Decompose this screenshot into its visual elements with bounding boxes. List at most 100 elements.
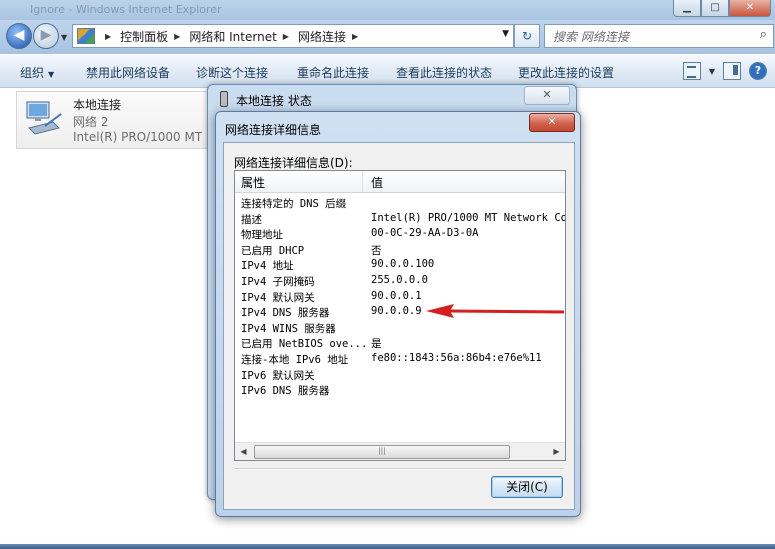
adapter-name: 本地连接 <box>73 98 122 112</box>
organize-label: 组织 <box>20 66 45 80</box>
chevron-right-icon[interactable]: ▶ <box>352 32 358 41</box>
window-controls: ▁ □ ✕ <box>673 0 771 18</box>
address-row: ◀ ▶ ▼ ▶ 控制面板 ▶ 网络和 Internet ▶ 网络连接 ▶ ▼ ↻… <box>0 20 775 54</box>
table-row[interactable]: IPv6 默认网关 <box>235 368 565 384</box>
view-controls: ▼ ? <box>682 62 767 80</box>
row-property: IPv6 DNS 服务器 <box>241 385 330 398</box>
breadcrumb-network-connections[interactable]: 网络连接 <box>298 28 346 45</box>
details-dialog-close-button[interactable]: ✕ <box>529 113 575 132</box>
status-dialog-close-button[interactable]: ✕ <box>524 86 570 105</box>
table-row[interactable]: 描述 Intel(R) PRO/1000 MT Network Conn <box>235 212 565 228</box>
row-property: IPv4 DNS 服务器 <box>241 307 330 320</box>
refresh-button[interactable]: ↻ <box>514 24 540 48</box>
close-button[interactable]: 关闭(C) <box>491 476 563 498</box>
change-settings-button[interactable]: 更改此连接的设置 <box>518 64 614 81</box>
search-input[interactable] <box>551 27 745 47</box>
details-dialog-title: 网络连接详细信息 <box>225 123 322 137</box>
rename-connection-button[interactable]: 重命名此连接 <box>297 64 369 81</box>
chevron-right-icon[interactable]: ▶ <box>105 32 111 41</box>
row-value: 90.0.0.100 <box>371 258 435 271</box>
row-value: 是 <box>371 338 382 351</box>
row-property: IPv4 WINS 服务器 <box>241 322 336 335</box>
table-row[interactable]: 连接-本地 IPv6 地址 fe80::1843:56a:86b4:e76e%11 <box>235 352 565 368</box>
minimize-button[interactable]: ▁ <box>673 0 701 17</box>
network-adapter-item[interactable]: 本地连接 网络 2 Intel(R) PRO/1000 MT N <box>16 91 228 149</box>
row-value: 00-0C-29-AA-D3-0A <box>371 227 479 240</box>
breadcrumb-control-panel[interactable]: 控制面板 <box>120 28 168 45</box>
back-button[interactable]: ◀ <box>6 23 32 49</box>
details-rows: 连接特定的 DNS 后缀 描述 Intel(R) PRO/1000 MT Netw… <box>235 196 565 399</box>
row-property: 连接-本地 IPv6 地址 <box>241 353 349 366</box>
breadcrumb-network-internet[interactable]: 网络和 Internet <box>189 28 276 45</box>
forward-button[interactable]: ▶ <box>33 23 59 49</box>
chevron-down-icon: ▼ <box>48 70 55 79</box>
maximize-button[interactable]: □ <box>701 0 729 17</box>
breadcrumb: ▶ 控制面板 ▶ 网络和 Internet ▶ 网络连接 ▶ <box>99 28 367 45</box>
table-row[interactable]: IPv4 WINS 服务器 <box>235 321 565 337</box>
adapter-device: Intel(R) PRO/1000 MT N <box>73 130 215 144</box>
help-icon[interactable]: ? <box>749 62 767 80</box>
scrollbar-thumb[interactable]: ||| <box>254 445 510 459</box>
adapter-network: 网络 2 <box>73 115 109 129</box>
table-row[interactable]: IPv4 地址 90.0.0.100 <box>235 258 565 274</box>
annotation-arrow-icon <box>426 304 565 318</box>
back-arrow-icon: ◀ <box>13 27 25 43</box>
scroll-left-icon[interactable]: ◀ <box>235 443 252 460</box>
row-property: 连接特定的 DNS 后缀 <box>241 198 347 210</box>
address-bar[interactable]: ▶ 控制面板 ▶ 网络和 Internet ▶ 网络连接 ▶ ▼ <box>72 24 514 48</box>
control-panel-icon <box>77 28 95 44</box>
scroll-right-icon[interactable]: ▶ <box>548 443 565 460</box>
column-header-value[interactable]: 值 <box>371 174 383 191</box>
address-dropdown-icon[interactable]: ▼ <box>502 29 509 39</box>
window-titlebar: Ignore - Windows Internet Explorer ▁ □ ✕ <box>0 0 775 20</box>
table-row[interactable]: 已启用 NetBIOS ove... 是 <box>235 336 565 352</box>
network-adapter-icon <box>26 101 62 135</box>
listview-header: 属性 值 <box>235 171 565 193</box>
row-value: 否 <box>371 244 382 257</box>
row-property: IPv4 地址 <box>241 260 294 273</box>
organize-menu[interactable]: 组织 ▼ <box>20 64 54 81</box>
preview-pane-icon[interactable] <box>723 62 741 80</box>
table-row[interactable]: IPv6 DNS 服务器 <box>235 383 565 399</box>
row-property: 已启用 DHCP <box>241 244 305 257</box>
row-value: fe80::1843:56a:86b4:e76e%11 <box>371 351 542 364</box>
close-icon: ✕ <box>547 115 557 128</box>
row-value: Intel(R) PRO/1000 MT Network Conn <box>371 211 565 224</box>
row-property: 物理地址 <box>241 229 283 242</box>
forward-arrow-icon: ▶ <box>40 27 52 43</box>
row-property: 描述 <box>241 213 262 226</box>
horizontal-scrollbar[interactable]: ◀ ||| ▶ <box>235 442 565 460</box>
table-row[interactable]: IPv4 子网掩码 255.0.0.0 <box>235 274 565 290</box>
close-icon: ✕ <box>542 88 552 101</box>
details-dialog-body: 网络连接详细信息(D): 属性 值 连接特定的 DNS 后缀 描述 Intel(R… <box>223 142 575 510</box>
refresh-icon: ↻ <box>521 29 533 43</box>
row-value: 255.0.0.0 <box>371 273 428 286</box>
column-header-property[interactable]: 属性 <box>241 174 265 191</box>
row-property: 已启用 NetBIOS ove... <box>241 338 368 351</box>
window-close-button[interactable]: ✕ <box>729 0 771 17</box>
table-row[interactable]: 已启用 DHCP 否 <box>235 243 565 259</box>
taskbar <box>0 544 775 549</box>
divider <box>234 468 564 470</box>
column-divider[interactable] <box>362 171 363 192</box>
chevron-right-icon[interactable]: ▶ <box>283 32 289 41</box>
history-dropdown-icon[interactable]: ▼ <box>61 33 67 42</box>
view-status-button[interactable]: 查看此连接的状态 <box>396 64 492 81</box>
disable-device-button[interactable]: 禁用此网络设备 <box>86 64 170 81</box>
network-status-icon <box>220 91 228 107</box>
row-property: IPv6 默认网关 <box>241 369 315 382</box>
window-title: Ignore - Windows Internet Explorer <box>30 3 222 16</box>
table-row[interactable]: 连接特定的 DNS 后缀 <box>235 196 565 212</box>
search-icon[interactable]: ⌕ <box>760 27 767 42</box>
row-property: IPv4 子网掩码 <box>241 275 315 288</box>
row-value: 90.0.0.1 <box>371 289 422 302</box>
table-row[interactable]: 物理地址 00-0C-29-AA-D3-0A <box>235 227 565 243</box>
row-property: IPv4 默认网关 <box>241 291 315 304</box>
view-dropdown-icon[interactable]: ▼ <box>709 67 715 76</box>
diagnose-connection-button[interactable]: 诊断这个连接 <box>196 64 268 81</box>
view-options-icon[interactable] <box>682 62 701 80</box>
search-box: ⌕ <box>544 24 774 48</box>
chevron-right-icon[interactable]: ▶ <box>174 32 180 41</box>
details-list-label: 网络连接详细信息(D): <box>234 156 353 170</box>
status-dialog-title: 本地连接 状态 <box>236 94 312 108</box>
